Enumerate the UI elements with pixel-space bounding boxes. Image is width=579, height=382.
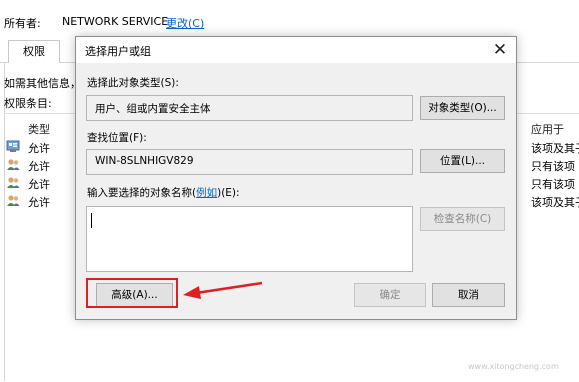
owner-label: 所有者: — [4, 17, 41, 30]
highlight-box — [86, 278, 178, 308]
entries-label: 权限条目: — [4, 97, 52, 110]
group-icon — [6, 140, 20, 152]
users-icon — [7, 195, 20, 206]
owner-value: NETWORK SERVICE — [62, 15, 169, 28]
users-icon — [7, 177, 20, 188]
examples-link[interactable]: 例如 — [196, 187, 217, 199]
watermark: www.xitongcheng.com — [468, 362, 559, 371]
users-icon — [7, 159, 20, 170]
location-label: 查找位置(F): — [87, 132, 147, 144]
entry-applies-to: 该项及其子 — [531, 142, 579, 155]
column-header-type[interactable]: 类型 — [28, 121, 50, 137]
object-names-label-suffix: )(E): — [217, 187, 240, 199]
entry-applies-to: 只有该项 — [531, 178, 575, 191]
info-text: 如需其他信息， — [4, 77, 81, 90]
object-type-field: 用户、组或内置安全主体 — [86, 95, 413, 121]
object-names-label-prefix: 输入要选择的对象名称( — [87, 187, 197, 199]
check-names-button[interactable]: 检查名称(C) — [420, 207, 505, 231]
entry-type: 允许 — [28, 178, 50, 191]
dialog-title-bar[interactable]: 选择用户或组 ✕ — [76, 37, 516, 63]
entry-type: 允许 — [28, 160, 50, 173]
cancel-button[interactable]: 取消 — [432, 283, 505, 307]
entry-applies-to: 该项及其子 — [531, 196, 579, 209]
ok-button[interactable]: 确定 — [354, 283, 426, 307]
column-header-applies-to[interactable]: 应用于 — [531, 121, 564, 137]
dialog-title: 选择用户或组 — [85, 45, 151, 58]
close-icon[interactable]: ✕ — [490, 40, 510, 60]
entry-type: 允许 — [28, 196, 50, 209]
location-field: WIN-8SLNHIGV829 — [86, 149, 413, 175]
entry-type: 允许 — [28, 142, 50, 155]
change-owner-link[interactable]: 更改(C) — [166, 15, 204, 31]
tab-permissions[interactable]: 权限 — [8, 40, 60, 63]
entry-applies-to: 只有该项 — [531, 160, 575, 173]
locations-button[interactable]: 位置(L)... — [420, 149, 505, 173]
object-names-textarea[interactable] — [86, 206, 413, 272]
object-type-label: 选择此对象类型(S): — [87, 77, 179, 89]
text-caret — [91, 213, 92, 228]
object-types-button[interactable]: 对象类型(O)... — [420, 96, 505, 120]
object-names-label: 输入要选择的对象名称(例如)(E): — [87, 185, 240, 200]
